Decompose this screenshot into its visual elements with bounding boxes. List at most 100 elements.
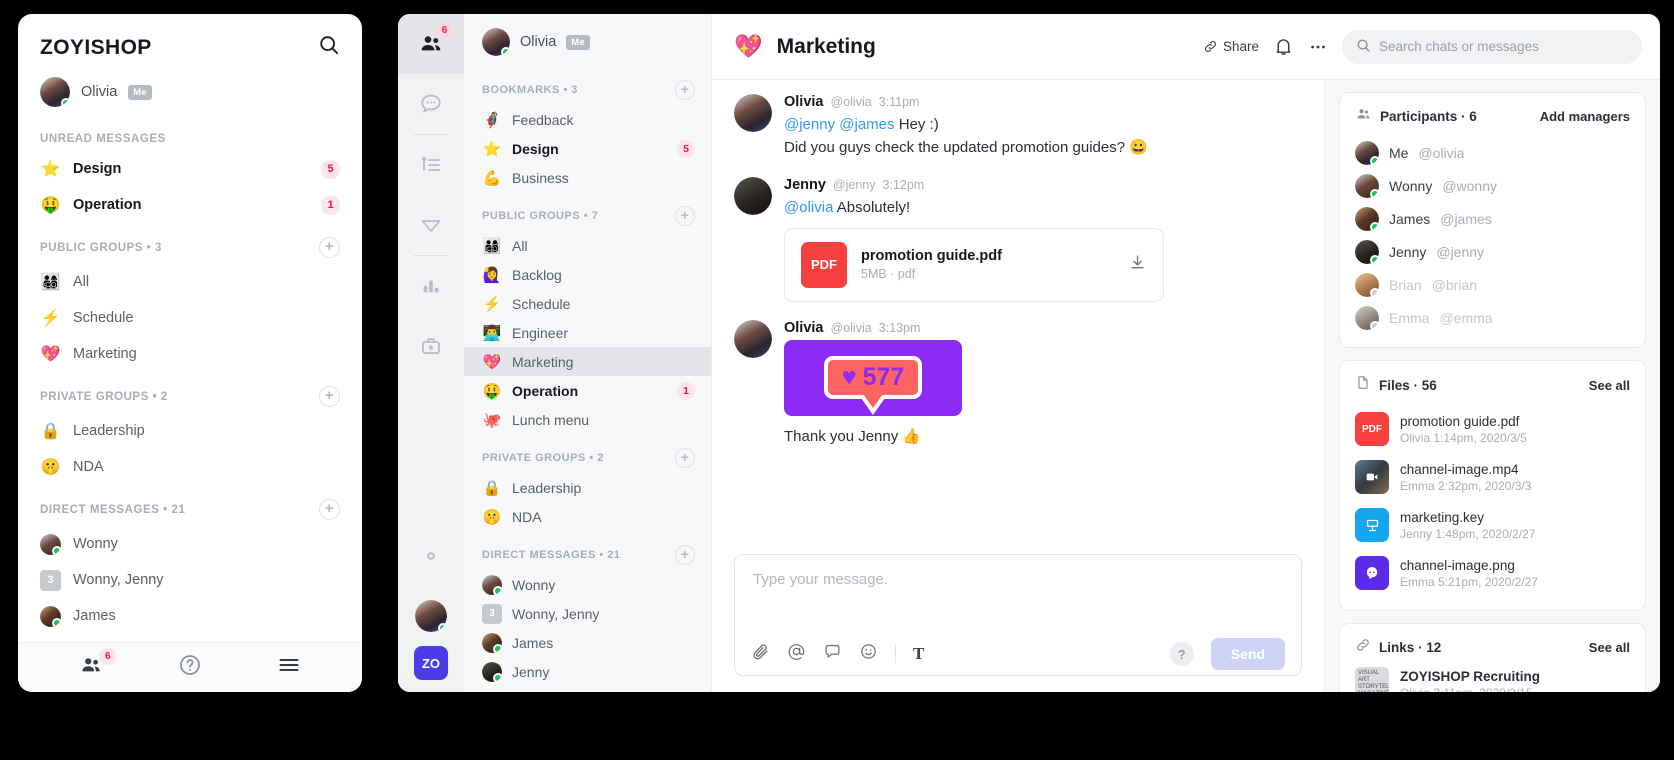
- footer-contacts-button[interactable]: 6: [79, 648, 117, 681]
- bell-icon[interactable]: [1273, 36, 1294, 57]
- sidebar-item-schedule[interactable]: ⚡ Schedule: [18, 300, 362, 336]
- file-attachment-card[interactable]: PDF promotion guide.pdf 5MB · pdf: [784, 227, 1164, 302]
- channel-item-label: Engineer: [512, 324, 569, 341]
- files-see-all-button[interactable]: See all: [1589, 378, 1630, 393]
- section-header: PRIVATE GROUPS • 2 +: [18, 372, 362, 413]
- section-header: UNREAD MESSAGES: [18, 119, 362, 151]
- link-row[interactable]: VISUAL ART STORYTELLER MAGAZINE ZOYISHOP …: [1355, 667, 1630, 692]
- channel-item-jenny[interactable]: Jenny: [464, 657, 711, 686]
- people-icon: [1355, 106, 1372, 127]
- add-3-button[interactable]: +: [319, 499, 340, 520]
- channel-item-label: Feedback: [512, 111, 574, 128]
- mention-link[interactable]: @james: [839, 116, 898, 133]
- file-row[interactable]: channel-image.png Emma 5:21pm, 2020/2/27: [1355, 549, 1630, 597]
- sidebar-item-wonny-jenny[interactable]: 3 Wonny, Jenny: [18, 562, 362, 598]
- current-user-row[interactable]: Olivia Me: [18, 69, 362, 119]
- composer-toolbar: T ? Send: [735, 633, 1301, 675]
- channel-list-user[interactable]: Olivia Me: [464, 14, 711, 66]
- participant-row[interactable]: Me @olivia: [1355, 136, 1630, 169]
- channel-item-feedback[interactable]: 🦸‍♀️ Feedback: [464, 105, 711, 134]
- search-icon[interactable]: [318, 34, 340, 61]
- file-list: PDF promotion guide.pdf Olivia 1:14pm, 202…: [1355, 405, 1630, 597]
- sidebar-item-leadership[interactable]: 🔒 Leadership: [18, 413, 362, 449]
- rail-item-contacts[interactable]: 6: [398, 14, 464, 74]
- participant-handle: @wonny: [1442, 177, 1498, 194]
- zo-logo[interactable]: ZO: [414, 646, 448, 680]
- channel-item-james[interactable]: James: [464, 628, 711, 657]
- rail-item-send[interactable]: [398, 195, 464, 255]
- download-icon[interactable]: [1128, 253, 1147, 277]
- avatar: [40, 533, 61, 555]
- rail-item-profile[interactable]: [398, 586, 464, 646]
- help-icon[interactable]: ?: [1169, 642, 1194, 666]
- mention-icon[interactable]: [787, 642, 806, 666]
- sticker-icon[interactable]: [823, 642, 842, 666]
- footer-help-button[interactable]: [178, 653, 202, 682]
- footer-menu-button[interactable]: [277, 653, 301, 682]
- channel-item-business[interactable]: 💪 Business: [464, 163, 711, 192]
- more-horizontal-icon[interactable]: [1308, 37, 1328, 57]
- participant-row[interactable]: Brian @brian: [1355, 268, 1630, 301]
- rail-item-briefcase[interactable]: [398, 316, 464, 376]
- mention-link[interactable]: @jenny: [784, 116, 839, 133]
- text-format-icon[interactable]: T: [913, 644, 924, 664]
- participant-row[interactable]: Jenny @jenny: [1355, 235, 1630, 268]
- online-dot: [61, 98, 70, 107]
- file-row[interactable]: channel-image.mp4 Emma 2:32pm, 2020/3/3: [1355, 453, 1630, 501]
- rail-item-stats[interactable]: [398, 256, 464, 316]
- channel-item-all[interactable]: 👨‍👩‍👧‍👦 All: [464, 231, 711, 260]
- participants-title: Participants · 6: [1380, 109, 1477, 124]
- sidebar-item-design[interactable]: ⭐ Design 5: [18, 151, 362, 187]
- channel-item-wonny-jenny[interactable]: 3 Wonny, Jenny: [464, 599, 711, 628]
- channel-item-lunch-menu[interactable]: 🐙 Lunch menu: [464, 405, 711, 434]
- channel-item-wonny[interactable]: Wonny: [464, 570, 711, 599]
- video-file-icon: [1355, 460, 1389, 494]
- search-box[interactable]: [1342, 29, 1642, 64]
- file-row[interactable]: marketing.key Jenny 1:48pm, 2020/2/27: [1355, 501, 1630, 549]
- add-managers-button[interactable]: Add managers: [1540, 109, 1630, 124]
- sidebar-item-nda[interactable]: 🤫 NDA: [18, 449, 362, 485]
- participant-row[interactable]: Emma @emma: [1355, 301, 1630, 334]
- add-1-button[interactable]: +: [675, 206, 695, 226]
- participant-handle: @brian: [1431, 276, 1478, 293]
- participant-row[interactable]: Wonny @wonny: [1355, 169, 1630, 202]
- file-row[interactable]: PDF promotion guide.pdf Olivia 1:14pm, 202…: [1355, 405, 1630, 453]
- channel-item-marketing[interactable]: 💖 Marketing: [464, 347, 711, 376]
- add-1-button[interactable]: +: [319, 237, 340, 258]
- send-button[interactable]: Send: [1210, 638, 1285, 670]
- channel-item-operation[interactable]: 🤑 Operation 1: [464, 376, 711, 405]
- add-3-button[interactable]: +: [675, 545, 695, 565]
- sidebar-item-label: All: [73, 274, 90, 290]
- share-button[interactable]: Share: [1203, 39, 1259, 54]
- composer[interactable]: Type your message. T ? Send: [734, 554, 1302, 676]
- sidebar-item-james[interactable]: James: [18, 598, 362, 634]
- add-0-button[interactable]: +: [675, 80, 695, 100]
- mention-link[interactable]: @olivia: [784, 199, 837, 216]
- emoji-icon[interactable]: [859, 642, 878, 666]
- search-input[interactable]: [1379, 39, 1628, 54]
- rail-item-chats[interactable]: [398, 74, 464, 134]
- channel-item-schedule[interactable]: ⚡ Schedule: [464, 289, 711, 318]
- message-input[interactable]: Type your message.: [735, 555, 1301, 633]
- links-see-all-button[interactable]: See all: [1589, 640, 1630, 655]
- channel-item-label: James: [512, 634, 554, 651]
- app-logo: ZOYISHOP: [40, 35, 152, 59]
- footer-contacts-badge: 6: [99, 648, 117, 665]
- sidebar-item-operation[interactable]: 🤑 Operation 1: [18, 187, 362, 223]
- add-2-button[interactable]: +: [319, 386, 340, 407]
- attach-icon[interactable]: [751, 642, 770, 666]
- sidebar-item-all[interactable]: 👨‍👩‍👧‍👦 All: [18, 264, 362, 300]
- chat-column: 💖 Marketing Share Olivia @olivia: [712, 14, 1660, 692]
- rail-item-settings[interactable]: [398, 526, 464, 586]
- channel-item-engineer[interactable]: 👨‍💻 Engineer: [464, 318, 711, 347]
- sidebar-item-wonny[interactable]: Wonny: [18, 526, 362, 562]
- channel-item-leadership[interactable]: 🔒 Leadership: [464, 473, 711, 502]
- channel-item-design[interactable]: ⭐ Design 5: [464, 134, 711, 163]
- channel-item-nda[interactable]: 🤫 NDA: [464, 502, 711, 531]
- add-2-button[interactable]: +: [675, 448, 695, 468]
- sidebar-item-marketing[interactable]: 💖 Marketing: [18, 336, 362, 372]
- rail-item-tasks[interactable]: [398, 135, 464, 195]
- mobile-window: ZOYISHOP Olivia Me UNREAD MESSAGES ⭐ Desig…: [18, 14, 362, 692]
- channel-item-backlog[interactable]: 🙋‍♀️ Backlog: [464, 260, 711, 289]
- participant-row[interactable]: James @james: [1355, 202, 1630, 235]
